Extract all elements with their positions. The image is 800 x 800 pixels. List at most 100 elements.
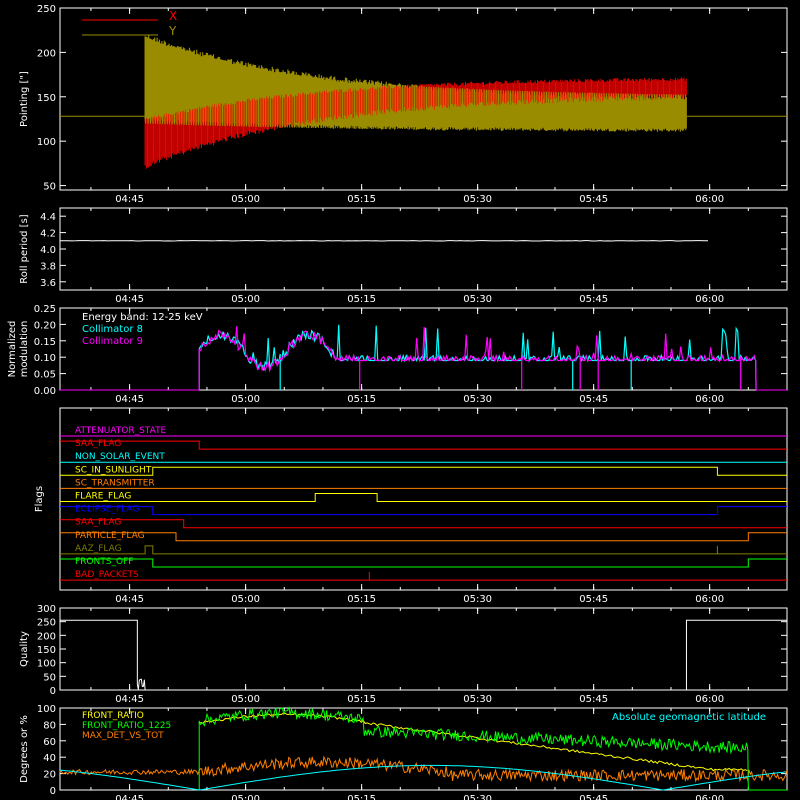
x-tick-label: 05:00 [231, 294, 260, 305]
y-axis-label: Degrees or % [19, 715, 30, 783]
x-tick-label: 04:45 [115, 194, 144, 205]
legend-label-x: X [169, 9, 177, 23]
y-axis-label: Flags [34, 486, 45, 512]
flag-label-sc_transmitter: SC_TRANSMITTER [75, 478, 155, 488]
y-tick-label: 0.10 [34, 353, 56, 364]
y-tick-label: 3.8 [40, 261, 56, 272]
x-tick-label: 05:00 [231, 694, 260, 705]
legend-label-collimator-8: Collimator 8 [82, 324, 143, 335]
y-tick-label: 3.6 [40, 278, 56, 289]
x-tick-label: 05:15 [347, 694, 376, 705]
y-tick-label: 0.05 [34, 370, 56, 381]
y-tick-label: 50 [43, 672, 56, 683]
series-collimator-9 [198, 326, 757, 391]
y-tick-label: 4.0 [40, 245, 56, 256]
x-tick-label: 06:00 [695, 694, 724, 705]
flag-line-saa_flag [60, 519, 787, 529]
series-max-det-vs-tot [59, 755, 788, 783]
y-tick-label: 100 [37, 659, 56, 670]
flag-label-bad_packets: BAD_PACKETS [75, 570, 139, 580]
y-axis-label: Pointing ["] [19, 71, 30, 127]
y-tick-label: 150 [37, 645, 56, 656]
y-tick-label: 200 [37, 631, 56, 642]
legend-label-front-ratio-1225: FRONT_RATIO_1225 [82, 721, 171, 731]
x-tick-label: 05:45 [579, 694, 608, 705]
plot-frame [59, 407, 788, 591]
x-tick-label: 05:30 [463, 194, 492, 205]
x-tick-label: 05:00 [231, 394, 260, 405]
y-tick-label: 0 [50, 686, 56, 697]
legend-label-y: Y [168, 24, 177, 38]
flag-label-non_solar_event: NON_SOLAR_EVENT [75, 452, 165, 462]
x-tick-label: 06:00 [695, 294, 724, 305]
y-tick-label: 0.15 [34, 337, 56, 348]
chart-svg: 04:45 05:00 05:15 05:30 05:45 06:00 50 100 150 20… [7, 4, 788, 800]
chart-canvas: 04:45 05:00 05:15 05:30 05:45 06:00 50 100 150 20… [0, 0, 800, 800]
y-tick-label: 0.00 [34, 386, 56, 397]
x-tick-label: 06:00 [695, 194, 724, 205]
x-tick-label: 04:45 [115, 794, 144, 800]
x-tick-label: 05:30 [463, 294, 492, 305]
x-tick-label: 05:30 [463, 794, 492, 800]
flag-label-saa_flag: SAA_FLAG [75, 518, 121, 528]
plot-frame [59, 207, 788, 291]
x-tick-label: 05:30 [463, 694, 492, 705]
y-tick-label: 4.4 [40, 212, 56, 223]
flag-label-attenuator_state: ATTENUATOR_STATE [75, 426, 167, 436]
legend-label-front-ratio: FRONT_RATIO [82, 711, 144, 721]
x-tick-label: 05:15 [347, 794, 376, 800]
x-tick-label: 06:00 [695, 594, 724, 605]
plot-frame [59, 607, 788, 691]
x-tick-label: 05:00 [231, 594, 260, 605]
flag-label-aaz_flag: AAZ_FLAG [75, 544, 122, 554]
flag-label-fronts_off: FRONTS_OFF [75, 557, 133, 567]
annotation-energy-band: Energy band: 12-25 keV [82, 312, 203, 323]
y-tick-label: 0.20 [34, 320, 56, 331]
y-axis-label: modulation [19, 321, 30, 378]
y-axis-label: Normalized [7, 321, 18, 378]
panel-quality: 04:45 05:00 05:15 05:30 05:45 06:00 0 50 100 150 2… [19, 604, 788, 705]
x-tick-label: 05:45 [579, 594, 608, 605]
panel-roll: 04:45 05:00 05:15 05:30 05:45 06:00 3.6 3.8 4.0 4… [19, 207, 788, 305]
y-axis-label: Quality [19, 631, 30, 667]
x-tick-label: 05:15 [347, 394, 376, 405]
x-tick-label: 05:15 [347, 194, 376, 205]
y-axis-label: Roll period [s] [19, 214, 30, 283]
x-tick-label: 04:45 [115, 394, 144, 405]
flag-label-eclipse_flag: ECLIPSE_FLAG [75, 505, 139, 515]
flag-line-fronts_off [60, 558, 787, 568]
x-tick-label: 04:45 [115, 594, 144, 605]
x-tick-label: 04:45 [115, 294, 144, 305]
y-tick-label: 200 [37, 48, 56, 59]
y-tick-label: 40 [43, 753, 56, 764]
series-quality [60, 619, 787, 691]
x-tick-label: 05:45 [579, 394, 608, 405]
flag-label-saa_flag: SAA_FLAG [75, 439, 121, 449]
y-tick-label: 100 [37, 704, 56, 715]
flag-line-eclipse_flag [60, 506, 787, 516]
y-tick-label: 60 [43, 737, 56, 748]
y-tick-label: 80 [43, 720, 56, 731]
flag-label-particle_flag: PARTICLE_FLAG [75, 531, 145, 541]
flag-line-aaz_flag [60, 545, 787, 555]
y-tick-label: 100 [37, 137, 56, 148]
flag-line-sc_in_sunlight [60, 466, 787, 476]
flag-line-particle_flag [60, 532, 787, 542]
y-tick-label: 4.2 [40, 229, 56, 240]
flag-line-saa_flag [60, 440, 787, 450]
y-tick-label: 250 [37, 4, 56, 15]
x-tick-label: 05:00 [231, 794, 260, 800]
annotation-geomagnetic-latitude: Absolute geomagnetic latitude [612, 712, 766, 723]
x-tick-label: 05:45 [579, 194, 608, 205]
flag-label-flare_flag: FLARE_FLAG [75, 492, 131, 502]
y-tick-label: 20 [43, 770, 56, 781]
y-tick-label: 300 [37, 604, 56, 615]
x-tick-label: 05:15 [347, 594, 376, 605]
legend-label-max-det-vs-tot: MAX_DET_VS_TOT [82, 731, 164, 741]
y-tick-label: 50 [43, 182, 56, 193]
x-tick-label: 05:45 [579, 794, 608, 800]
x-tick-label: 05:15 [347, 294, 376, 305]
x-tick-label: 05:45 [579, 294, 608, 305]
flag-label-sc_in_sunlight: SC_IN_SUNLIGHT [75, 465, 152, 475]
y-tick-label: 150 [37, 93, 56, 104]
